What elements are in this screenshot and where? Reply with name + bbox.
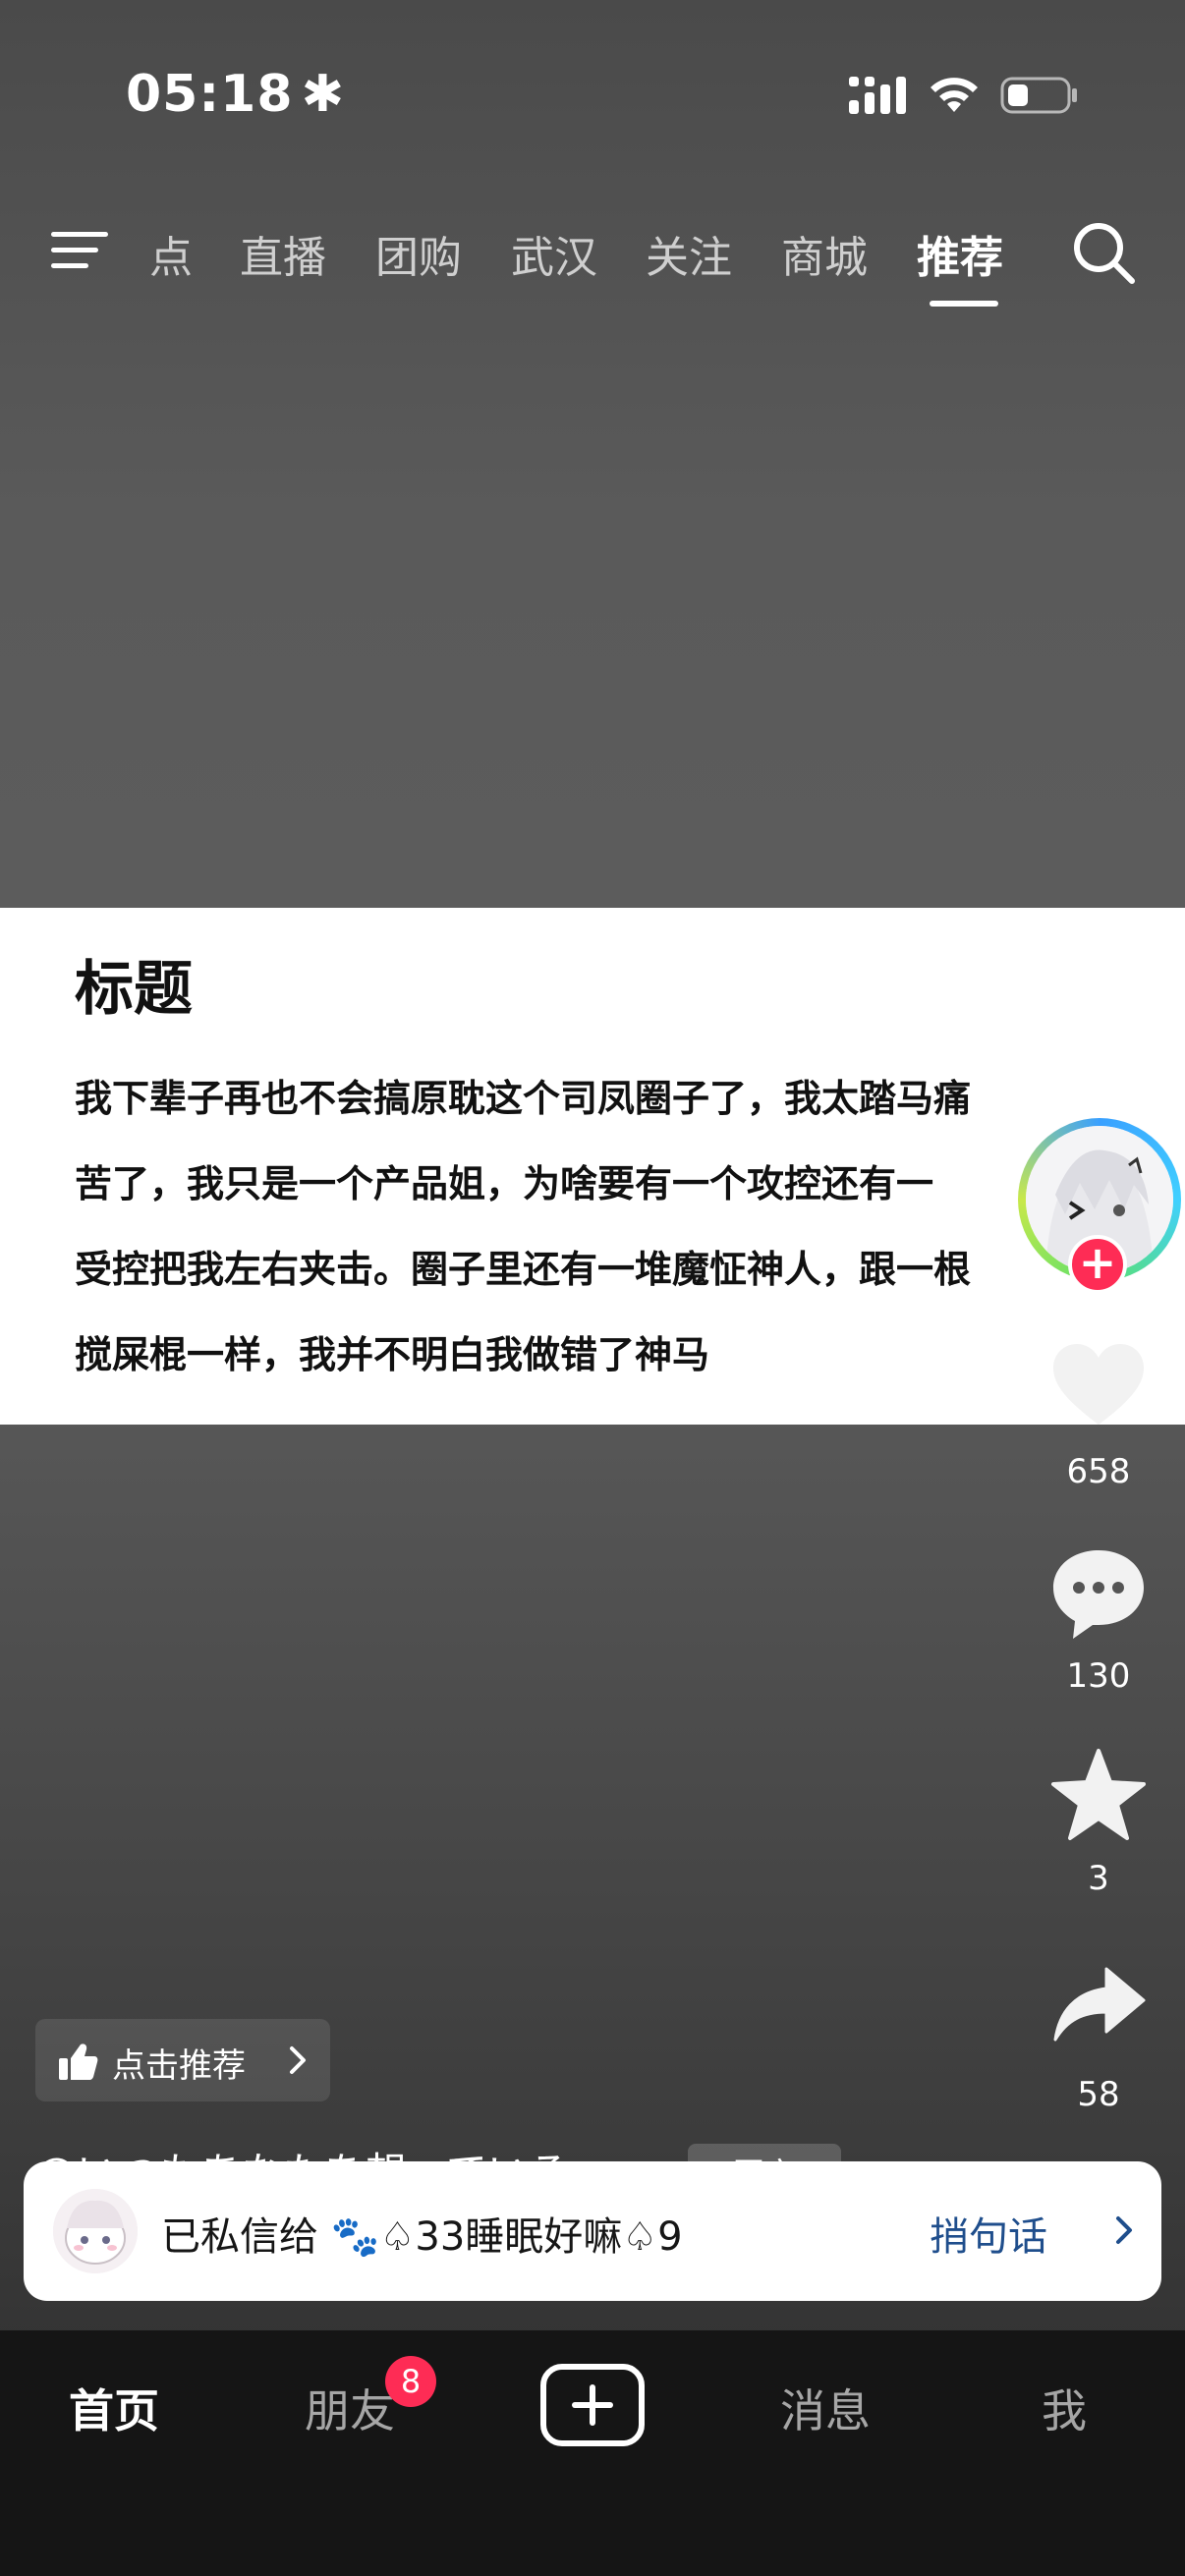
tab-recommend[interactable]: 推荐 xyxy=(917,222,1003,285)
tab-group-buy[interactable]: 团购 xyxy=(375,222,462,285)
follow-button[interactable]: + xyxy=(1068,1235,1127,1294)
status-time: 05:18 ✱ xyxy=(126,65,346,124)
status-bar: 05:18 ✱ xyxy=(0,0,1185,187)
nav-friends[interactable]: 朋友 xyxy=(305,2376,395,2440)
like-heart-icon[interactable] xyxy=(1047,1334,1150,1436)
recipient-avatar xyxy=(53,2189,138,2273)
tab-following[interactable]: 关注 xyxy=(646,222,732,285)
send-message-link[interactable]: 捎句话 xyxy=(930,2205,1047,2262)
chibi-avatar-icon xyxy=(53,2189,138,2273)
nav-messages[interactable]: 消息 xyxy=(780,2376,871,2440)
post-line: 受控把我左右夹击。圈子里还有一堆魔怔神人，跟一根 xyxy=(75,1247,972,1291)
favorite-count: 3 xyxy=(1088,1859,1109,1898)
post-text-card[interactable]: 标题 我下辈子再也不会搞原耽这个司凤圈子了，我太踏马痛 苦了，我只是一个产品姐，… xyxy=(0,908,1185,1425)
tab-mall[interactable]: 商城 xyxy=(781,222,868,285)
tab-dian[interactable]: 点 xyxy=(149,222,193,285)
search-icon[interactable] xyxy=(1069,218,1138,287)
share-arrow-icon[interactable] xyxy=(1047,1955,1150,2057)
recommend-chip[interactable]: 点击推荐 xyxy=(35,2019,330,2101)
post-line: 搅屎棍一样，我并不明白我做错了神马 xyxy=(75,1332,710,1376)
create-post-button[interactable] xyxy=(540,2364,645,2446)
dm-sent-text: 已私信给 🐾♤33睡眠好嘛♤9 xyxy=(161,2214,683,2260)
tab-live[interactable]: 直播 xyxy=(240,222,326,285)
nav-home[interactable]: 首页 xyxy=(69,2376,159,2440)
share-count: 58 xyxy=(1077,2075,1120,2114)
friends-badge: 8 xyxy=(385,2356,436,2407)
thumbs-up-icon xyxy=(59,2044,98,2080)
top-nav: 点 直播 团购 武汉 关注 商城 推荐 xyxy=(0,206,1185,314)
recommend-label: 点击推荐 xyxy=(112,2046,246,2086)
active-tab-indicator xyxy=(930,301,998,307)
wifi-icon xyxy=(931,78,978,112)
comment-icon[interactable] xyxy=(1047,1542,1150,1645)
tab-wuhan[interactable]: 武汉 xyxy=(511,222,597,285)
like-count: 658 xyxy=(1066,1452,1131,1491)
comment-count: 130 xyxy=(1066,1656,1131,1696)
post-line: 我下辈子再也不会搞原耽这个司凤圈子了，我太踏马痛 xyxy=(75,1076,972,1120)
dm-sent-toast[interactable]: 已私信给 🐾♤33睡眠好嘛♤9 捎句话 xyxy=(24,2161,1161,2301)
menu-icon[interactable] xyxy=(51,226,112,273)
post-body: 我下辈子再也不会搞原耽这个司凤圈子了，我太踏马痛 苦了，我只是一个产品姐，为啥要… xyxy=(75,1055,1116,1397)
chevron-right-icon[interactable] xyxy=(1110,2211,1138,2250)
chevron-right-icon xyxy=(290,2046,306,2074)
battery-icon xyxy=(1000,77,1077,114)
cellular-signal-icon xyxy=(849,77,906,114)
bottom-nav: 首页 朋友 8 消息 我 xyxy=(0,2330,1185,2576)
favorite-star-icon[interactable] xyxy=(1047,1745,1150,1847)
nav-me[interactable]: 我 xyxy=(1042,2376,1087,2440)
post-title: 标题 xyxy=(75,955,193,1024)
post-line: 苦了，我只是一个产品姐，为啥要有一个攻控还有一 xyxy=(75,1161,934,1205)
